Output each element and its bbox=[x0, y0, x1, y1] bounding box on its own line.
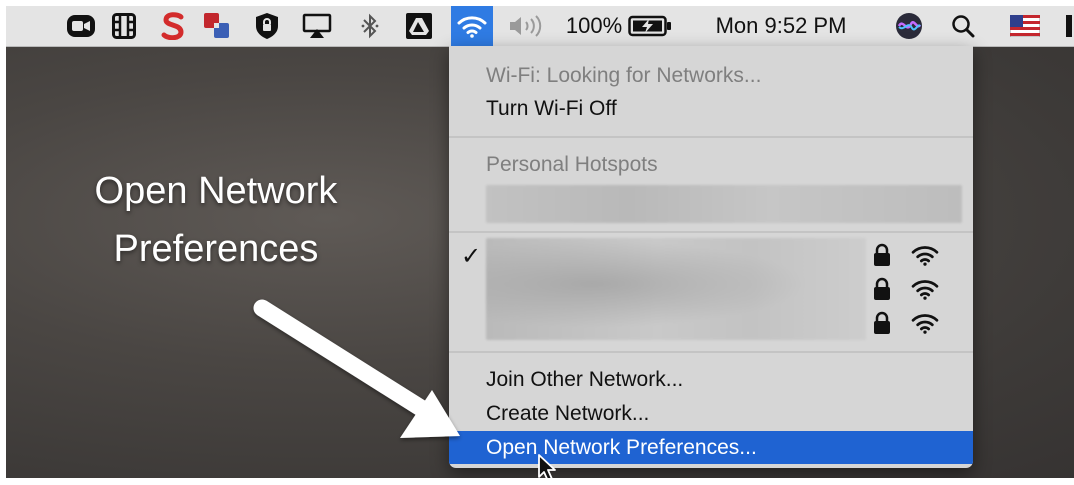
callout-arrow bbox=[253, 299, 460, 438]
desktop: 100% Mon 9:52 PM Wi-Fi: Looking for Netw… bbox=[6, 6, 1074, 478]
mouse-cursor-icon bbox=[538, 454, 556, 478]
